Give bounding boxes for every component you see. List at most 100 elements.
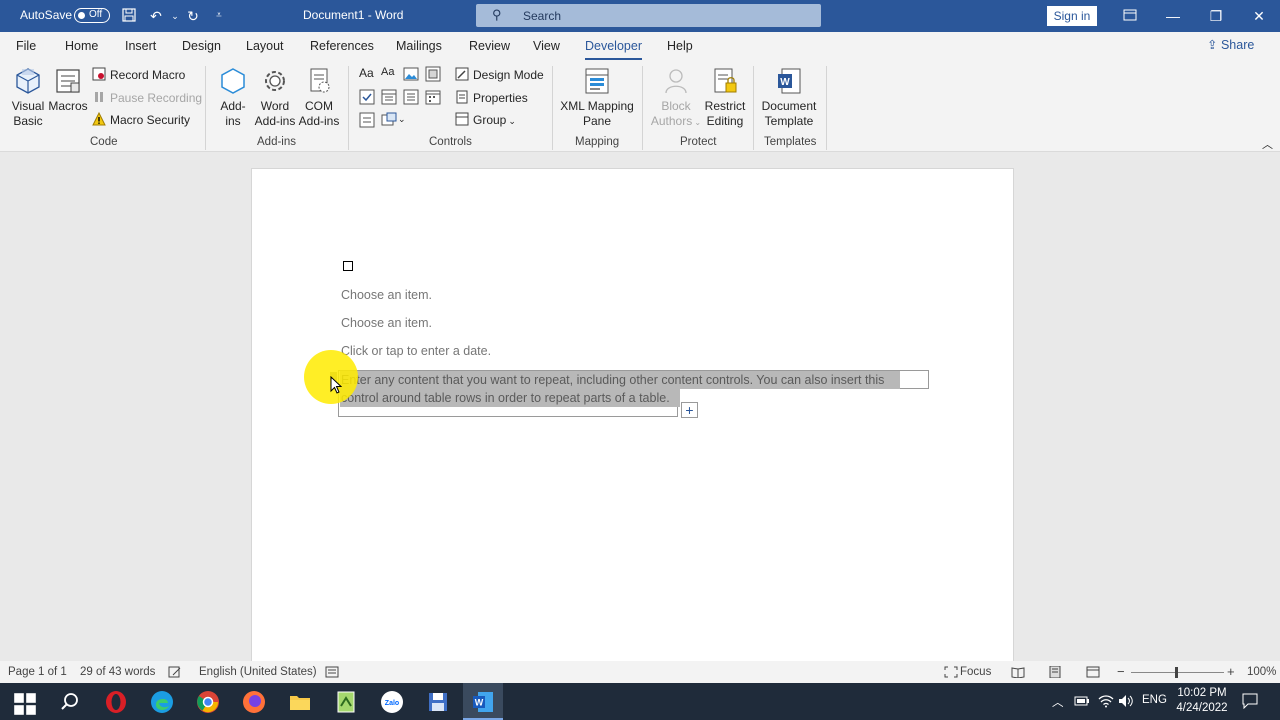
windows-start-icon[interactable] <box>13 692 37 716</box>
document-template-button[interactable]: W Document Template <box>759 66 819 129</box>
zoom-in-icon[interactable]: + <box>1227 664 1235 679</box>
document-page[interactable]: Choose an item. Choose an item. Click or… <box>251 168 1014 668</box>
visual-basic-button[interactable]: Visual Basic <box>8 66 48 129</box>
group-label-add-ins: Add-ins <box>257 136 296 148</box>
show-hidden-icons[interactable]: ︿ <box>1052 694 1064 710</box>
word-taskbar-button[interactable]: W <box>463 683 503 720</box>
web-layout-icon[interactable] <box>1086 666 1100 681</box>
properties-button[interactable]: Properties <box>455 90 528 105</box>
record-macro-button[interactable]: Record Macro <box>92 67 185 82</box>
dropdown-placeholder-1[interactable]: Choose an item. <box>341 288 432 302</box>
redo-icon[interactable]: ↻ <box>184 7 202 25</box>
group-separator <box>642 66 643 150</box>
tab-layout[interactable]: Layout <box>246 39 284 53</box>
sign-in-button[interactable]: Sign in <box>1047 6 1097 26</box>
windows-taskbar: Zalo W ︿ ENG 10:02 PM 4/24/2022 <box>0 683 1280 720</box>
picture-control-icon[interactable] <box>403 66 419 82</box>
close-icon[interactable]: ✕ <box>1249 6 1269 26</box>
add-repeat-item-button[interactable]: + <box>681 402 698 418</box>
undo-dropdown-icon[interactable]: ⌄ <box>166 7 184 25</box>
repeating-section-control-icon[interactable] <box>359 112 375 128</box>
group-separator <box>753 66 754 150</box>
combo-box-control-icon[interactable] <box>381 89 397 105</box>
firefox-icon[interactable] <box>242 690 266 714</box>
file-explorer-icon[interactable] <box>288 690 312 714</box>
legacy-tools-icon[interactable] <box>381 112 397 128</box>
focus-icon[interactable] <box>944 666 958 681</box>
battery-icon[interactable] <box>1074 695 1090 707</box>
chrome-icon[interactable] <box>196 690 220 714</box>
proofing-icon[interactable] <box>168 666 182 681</box>
properties-icon <box>456 90 468 104</box>
macros-icon <box>56 69 80 93</box>
share-button[interactable]: ⇪ Share <box>1207 37 1267 57</box>
pause-recording-button[interactable]: Pause Recording <box>92 90 202 105</box>
tab-file[interactable]: File <box>16 39 36 53</box>
tab-home[interactable]: Home <box>65 39 98 53</box>
rich-text-control-icon[interactable]: Aa <box>359 66 375 82</box>
tab-insert[interactable]: Insert <box>125 39 156 53</box>
save-app-icon[interactable] <box>426 690 450 714</box>
xml-mapping-pane-button[interactable]: XML Mapping Pane <box>558 66 636 129</box>
checkbox-content-control[interactable] <box>343 261 353 271</box>
tab-mailings[interactable]: Mailings <box>396 39 442 53</box>
language[interactable]: English (United States) <box>199 666 317 678</box>
restrict-editing-button[interactable]: Restrict Editing <box>703 66 747 129</box>
tab-developer[interactable]: Developer <box>585 39 642 60</box>
notifications-icon[interactable] <box>1242 693 1258 709</box>
tab-view[interactable]: View <box>533 39 560 53</box>
zoom-level[interactable]: 100% <box>1247 666 1276 678</box>
print-layout-icon[interactable] <box>1048 665 1062 681</box>
edge-icon[interactable] <box>150 690 174 714</box>
dropdown-list-control-icon[interactable] <box>403 89 419 105</box>
design-mode-button[interactable]: Design Mode <box>455 67 544 82</box>
checkbox-control-icon[interactable] <box>359 89 375 105</box>
tab-references[interactable]: References <box>310 39 374 53</box>
toggle-knob <box>78 12 85 19</box>
wifi-icon[interactable] <box>1098 694 1114 708</box>
date-picker-placeholder[interactable]: Click or tap to enter a date. <box>341 344 491 358</box>
zoom-out-icon[interactable]: − <box>1117 664 1125 679</box>
restore-icon[interactable]: ❐ <box>1206 6 1226 26</box>
group-dropdown-icon: ⌄ <box>508 116 516 126</box>
notepad-plus-icon[interactable] <box>334 690 358 714</box>
add-ins-button[interactable]: Add- ins <box>213 66 253 129</box>
save-icon[interactable] <box>120 7 138 25</box>
ribbon-tabs: File Home Insert Design Layout Reference… <box>0 32 1280 60</box>
zalo-icon[interactable]: Zalo <box>380 690 404 714</box>
page-count[interactable]: Page 1 of 1 <box>8 666 67 678</box>
input-language[interactable]: ENG <box>1142 694 1167 706</box>
search-box[interactable]: ⚲ Search <box>476 4 821 27</box>
word-add-ins-button[interactable]: Word Add-ins <box>253 66 297 129</box>
legacy-tools-dropdown-icon[interactable]: ⌄ <box>398 114 406 125</box>
accessibility-icon[interactable] <box>325 666 339 681</box>
building-block-control-icon[interactable] <box>425 66 441 82</box>
document-template-label-1: Document <box>761 99 817 113</box>
dropdown-placeholder-2[interactable]: Choose an item. <box>341 316 432 330</box>
customize-qat-icon[interactable]: ⩡ <box>210 7 228 25</box>
read-mode-icon[interactable] <box>1011 666 1025 681</box>
search-icon[interactable] <box>58 690 82 714</box>
undo-icon[interactable]: ↶ <box>147 7 165 25</box>
clock[interactable]: 10:02 PM 4/24/2022 <box>1176 686 1228 716</box>
word-count[interactable]: 29 of 43 words <box>80 666 155 678</box>
group-button[interactable]: Group ⌄ <box>455 112 516 127</box>
com-add-ins-button[interactable]: COM Add-ins <box>298 66 340 129</box>
tab-design[interactable]: Design <box>182 39 221 53</box>
date-picker-control-icon[interactable] <box>425 89 441 105</box>
tab-help[interactable]: Help <box>667 39 693 53</box>
tab-review[interactable]: Review <box>469 39 510 53</box>
autosave-toggle[interactable]: Off <box>74 8 110 23</box>
volume-icon[interactable] <box>1118 694 1134 708</box>
zoom-slider-thumb[interactable] <box>1175 667 1178 678</box>
macros-button[interactable]: Macros <box>48 66 88 114</box>
collapse-ribbon-icon[interactable]: ︿ <box>1262 136 1273 152</box>
opera-icon[interactable] <box>104 690 128 714</box>
focus-label[interactable]: Focus <box>960 666 991 678</box>
minimize-icon[interactable]: — <box>1163 6 1183 26</box>
plain-text-control-icon[interactable]: Aa <box>381 66 397 82</box>
ribbon-display-options-icon[interactable] <box>1120 6 1140 26</box>
macro-security-button[interactable]: Macro Security <box>92 112 190 127</box>
block-authors-button[interactable]: Block Authors ⌄ <box>650 66 702 130</box>
repeating-section-text[interactable]: Enter any content that you want to repea… <box>341 371 911 407</box>
